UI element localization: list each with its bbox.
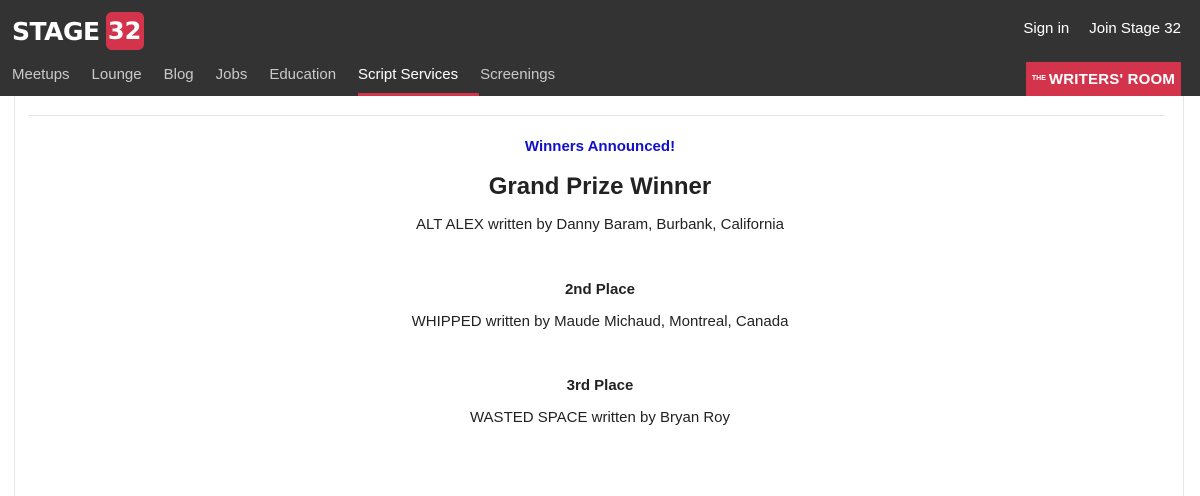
site-header: STAGE 32 Sign in Join Stage 32 Meetups L… — [0, 0, 1200, 96]
writers-room-label: WRITERS' ROOM — [1048, 70, 1176, 88]
writers-room-button[interactable]: THE WRITERS' ROOM — [1026, 62, 1181, 96]
winners-announced: Winners Announced! — [524, 138, 676, 155]
account-links: Sign in Join Stage 32 — [1023, 20, 1181, 37]
nav-item-jobs[interactable]: Jobs — [216, 66, 248, 96]
stage32-logo[interactable]: STAGE 32 — [12, 12, 144, 50]
second-place-entry: WHIPPED written by Maude Michaud, Montre… — [411, 313, 789, 330]
join-link[interactable]: Join Stage 32 — [1089, 20, 1181, 37]
writers-room-the: THE — [1031, 75, 1046, 82]
grand-prize-heading: Grand Prize Winner — [488, 173, 712, 200]
second-place-heading: 2nd Place — [564, 281, 636, 298]
grand-prize-entry: ALT ALEX written by Danny Baram, Burbank… — [416, 216, 784, 233]
sign-in-link[interactable]: Sign in — [1023, 20, 1069, 37]
nav-item-blog[interactable]: Blog — [164, 66, 194, 96]
nav-item-lounge[interactable]: Lounge — [92, 66, 142, 96]
logo-text: STAGE — [12, 16, 100, 46]
nav-item-education[interactable]: Education — [269, 66, 336, 96]
main-nav: Meetups Lounge Blog Jobs Education Scrip… — [12, 66, 577, 96]
third-place-entry: WASTED SPACE written by Bryan Roy — [469, 409, 731, 426]
nav-item-screenings[interactable]: Screenings — [480, 66, 555, 96]
nav-item-meetups[interactable]: Meetups — [12, 66, 70, 96]
content-divider — [28, 115, 1165, 116]
logo-badge: 32 — [105, 12, 144, 50]
nav-item-script-services[interactable]: Script Services — [358, 66, 480, 96]
third-place-heading: 3rd Place — [566, 377, 634, 394]
